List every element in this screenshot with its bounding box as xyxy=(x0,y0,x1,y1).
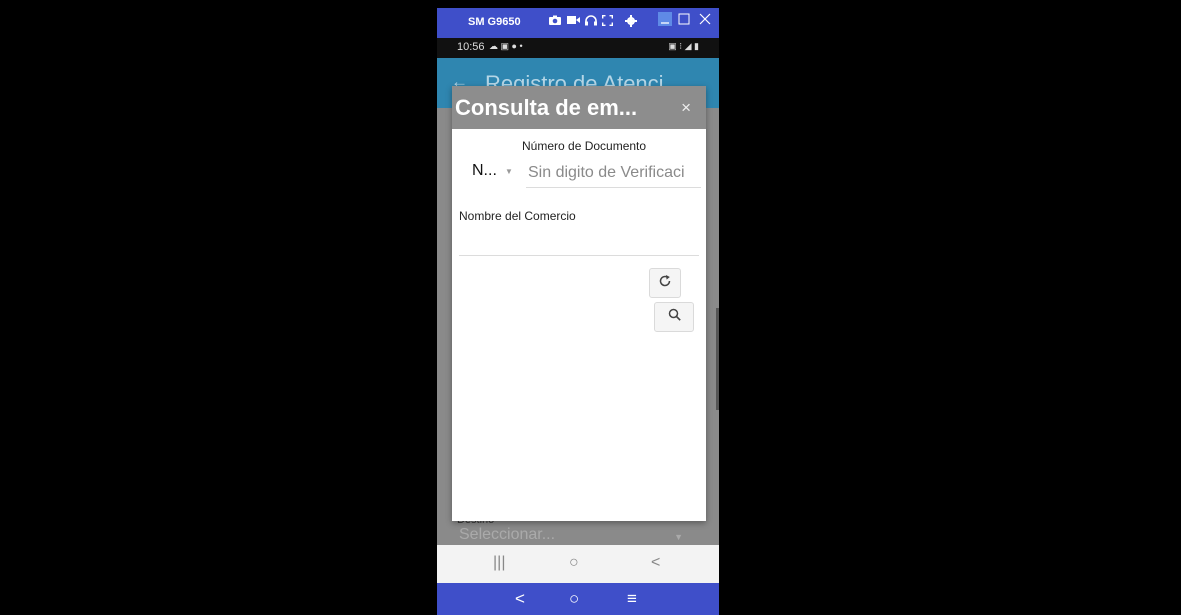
mirror-title-bar: SM G9650 xyxy=(437,8,719,38)
headset-icon[interactable] xyxy=(585,15,597,29)
mirror-back-button[interactable]: < xyxy=(515,589,525,609)
destino-select[interactable]: Seleccionar... xyxy=(459,526,555,544)
company-lookup-dialog: Consulta de em... × Número de Documento … xyxy=(452,86,706,521)
system-status-icons: ▣ ⁝ ◢ ▮ xyxy=(668,41,699,51)
maximize-icon[interactable] xyxy=(678,12,690,28)
document-type-value: N... xyxy=(472,162,497,179)
dialog-close-button[interactable]: × xyxy=(681,98,691,118)
home-button[interactable]: ○ xyxy=(569,554,579,572)
minimize-icon[interactable] xyxy=(658,12,672,29)
settings-icon[interactable] xyxy=(625,15,637,30)
status-bar: 10:56 ☁ ▣ ● • ▣ ⁝ ◢ ▮ xyxy=(437,38,719,58)
recents-button[interactable]: ||| xyxy=(493,554,505,572)
refresh-icon xyxy=(658,274,672,293)
mirror-home-button[interactable]: ○ xyxy=(569,589,579,609)
search-icon xyxy=(668,308,681,326)
document-number-label: Número de Documento xyxy=(522,139,647,153)
notification-icons: ☁ ▣ ● • xyxy=(489,41,523,51)
dialog-header: Consulta de em... × xyxy=(452,86,706,129)
back-button[interactable]: < xyxy=(651,554,660,572)
fullscreen-icon[interactable] xyxy=(602,15,613,29)
dialog-title: Consulta de em... xyxy=(455,95,638,120)
mirror-menu-button[interactable]: ≡ xyxy=(627,589,637,609)
chevron-down-icon: ▼ xyxy=(674,532,683,542)
phone-screen: SM G9650 10:56 ☁ ▣ ● • ▣ ⁝ ◢ ▮ ← Registr… xyxy=(437,8,719,615)
mirror-nav-bar: < ○ ≡ xyxy=(437,583,719,615)
close-icon[interactable] xyxy=(699,12,711,28)
status-time: 10:56 xyxy=(457,41,485,53)
chevron-down-icon: ▼ xyxy=(505,167,513,176)
business-name-label: Nombre del Comercio xyxy=(459,209,576,223)
search-button[interactable] xyxy=(654,302,694,332)
camera-icon[interactable] xyxy=(549,15,561,29)
mirror-title: SM G9650 xyxy=(468,16,521,28)
refresh-button[interactable] xyxy=(649,268,681,298)
scrollbar[interactable] xyxy=(716,308,719,410)
business-name-input[interactable] xyxy=(459,229,699,256)
android-nav-bar: ||| ○ < xyxy=(437,545,719,583)
video-icon[interactable] xyxy=(567,15,580,28)
document-number-input[interactable] xyxy=(526,159,701,188)
document-type-select[interactable]: N... ▼ xyxy=(472,162,518,184)
